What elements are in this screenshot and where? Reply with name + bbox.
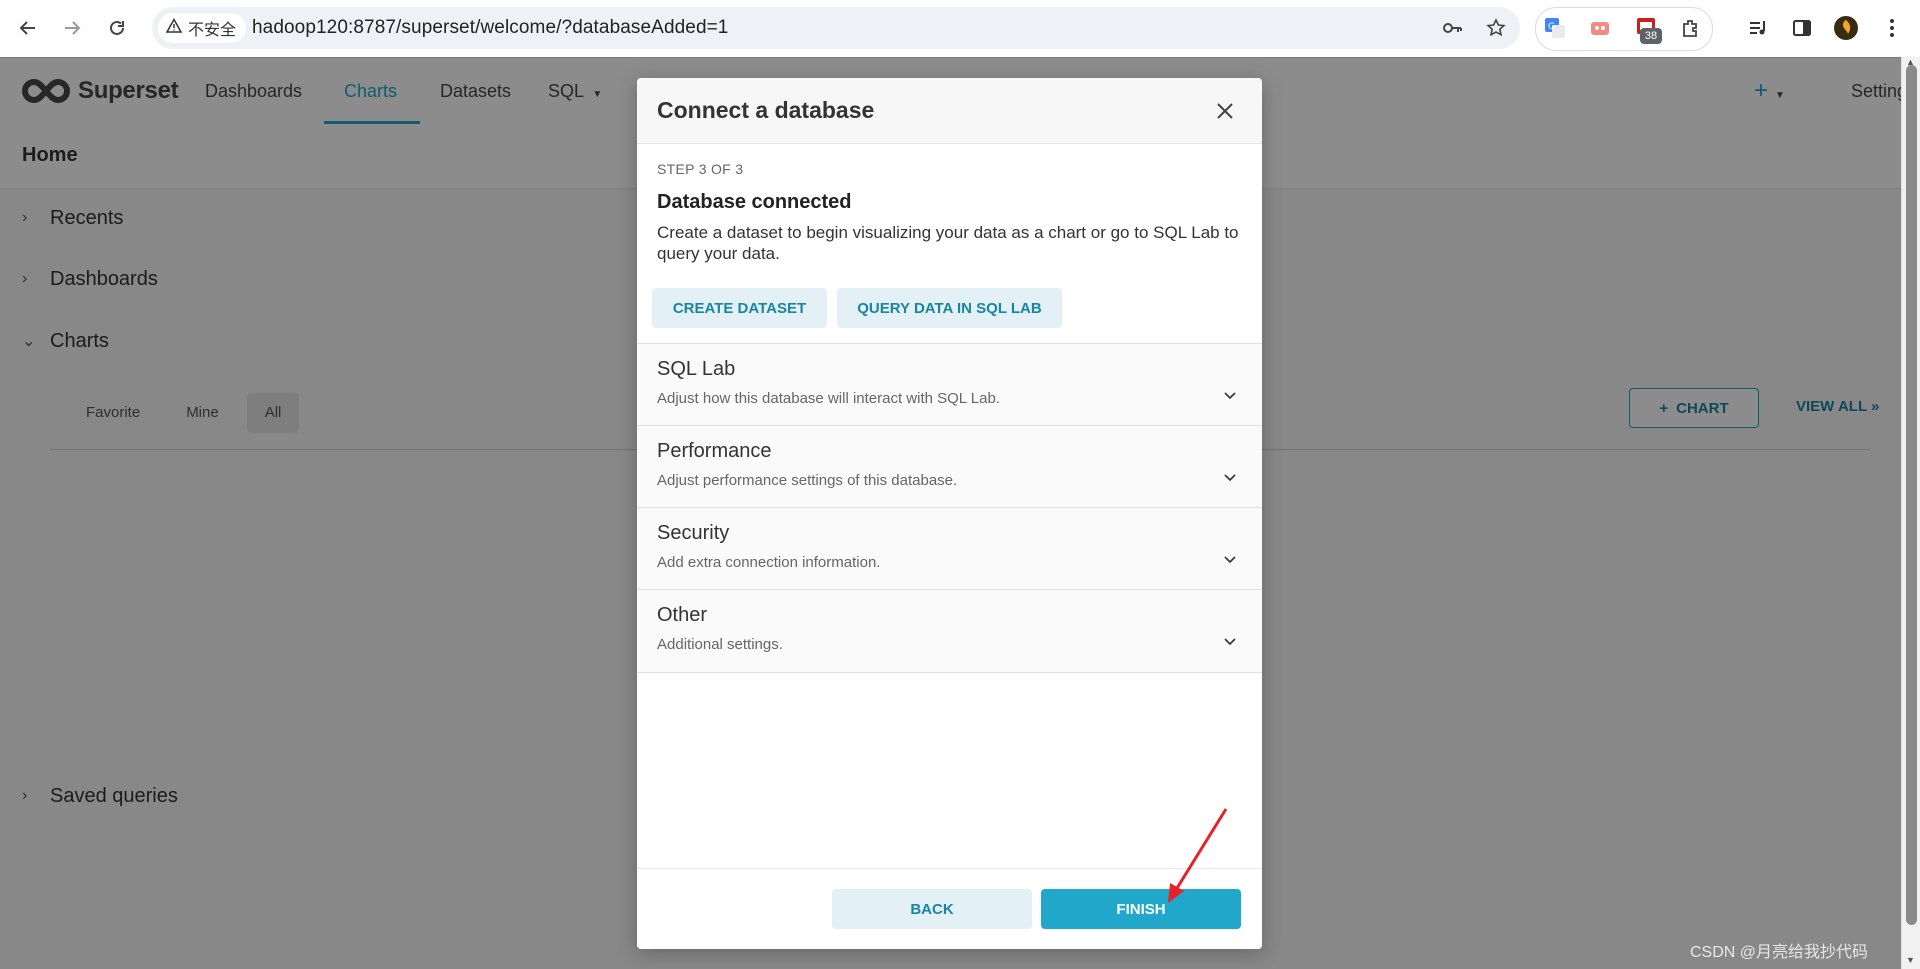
sidepanel-icon[interactable] <box>1788 14 1816 42</box>
panel-sql-lab[interactable]: SQL Lab Adjust how this database will in… <box>637 343 1262 426</box>
chevron-down-icon <box>1224 638 1236 646</box>
panel-subtitle: Adjust how this database will interact w… <box>657 390 1000 407</box>
annotation-arrow-icon <box>1168 808 1228 903</box>
svg-text:G: G <box>1548 22 1555 32</box>
back-button[interactable]: BACK <box>832 889 1032 929</box>
panel-subtitle: Additional settings. <box>657 636 783 653</box>
panel-subtitle: Add extra connection information. <box>657 554 881 571</box>
star-icon[interactable] <box>1484 16 1508 40</box>
profile-avatar-icon[interactable] <box>1832 14 1860 42</box>
status-title: Database connected <box>657 191 852 213</box>
panel-title: Performance <box>657 440 772 462</box>
key-icon[interactable] <box>1440 16 1464 40</box>
chevron-down-icon <box>1224 392 1236 400</box>
panel-title: SQL Lab <box>657 358 736 380</box>
status-description: Create a dataset to begin visualizing yo… <box>657 223 1239 263</box>
security-chip[interactable]: 不安全 <box>158 13 247 43</box>
panel-security[interactable]: Security Add extra connection informatio… <box>637 507 1262 590</box>
warning-icon <box>165 17 183 39</box>
translate-icon[interactable]: G <box>1543 16 1567 40</box>
puzzle-icon[interactable] <box>1679 16 1703 40</box>
extension-icon[interactable] <box>1588 16 1612 40</box>
forward-arrow-icon[interactable] <box>56 12 88 44</box>
browser-toolbar: 不安全 hadoop120:8787/superset/welcome/?dat… <box>0 0 1920 58</box>
kebab-menu-icon[interactable] <box>1878 14 1906 42</box>
security-label: 不安全 <box>188 22 237 39</box>
scroll-thumb[interactable] <box>1906 65 1917 925</box>
panel-title: Other <box>657 604 708 626</box>
address-bar[interactable]: 不安全 hadoop120:8787/superset/welcome/?dat… <box>152 7 1520 49</box>
chevron-down-icon <box>1224 556 1236 564</box>
close-icon[interactable] <box>1210 96 1240 126</box>
media-control-icon[interactable] <box>1744 14 1772 42</box>
extension-badge: 38 <box>1640 28 1662 44</box>
modal-header: Connect a database <box>637 78 1262 144</box>
panel-title: Security <box>657 522 730 544</box>
panel-subtitle: Adjust performance settings of this data… <box>657 472 958 489</box>
url-text[interactable]: hadoop120:8787/superset/welcome/?databas… <box>252 7 728 49</box>
query-sql-lab-button[interactable]: QUERY DATA IN SQL LAB <box>837 288 1062 328</box>
reload-icon[interactable] <box>101 12 133 44</box>
modal-title: Connect a database <box>657 97 875 123</box>
panel-other[interactable]: Other Additional settings. <box>637 589 1262 673</box>
step-indicator: STEP 3 OF 3 <box>657 161 744 177</box>
scroll-down-icon[interactable]: ▼ <box>1906 955 1915 965</box>
page-scrollbar[interactable]: ▲ ▼ <box>1901 57 1920 969</box>
watermark: CSDN @月亮给我抄代码 <box>1690 944 1869 961</box>
chevron-down-icon <box>1224 474 1236 482</box>
back-arrow-icon[interactable] <box>12 12 44 44</box>
create-dataset-button[interactable]: CREATE DATASET <box>652 288 827 328</box>
panel-performance[interactable]: Performance Adjust performance settings … <box>637 425 1262 508</box>
